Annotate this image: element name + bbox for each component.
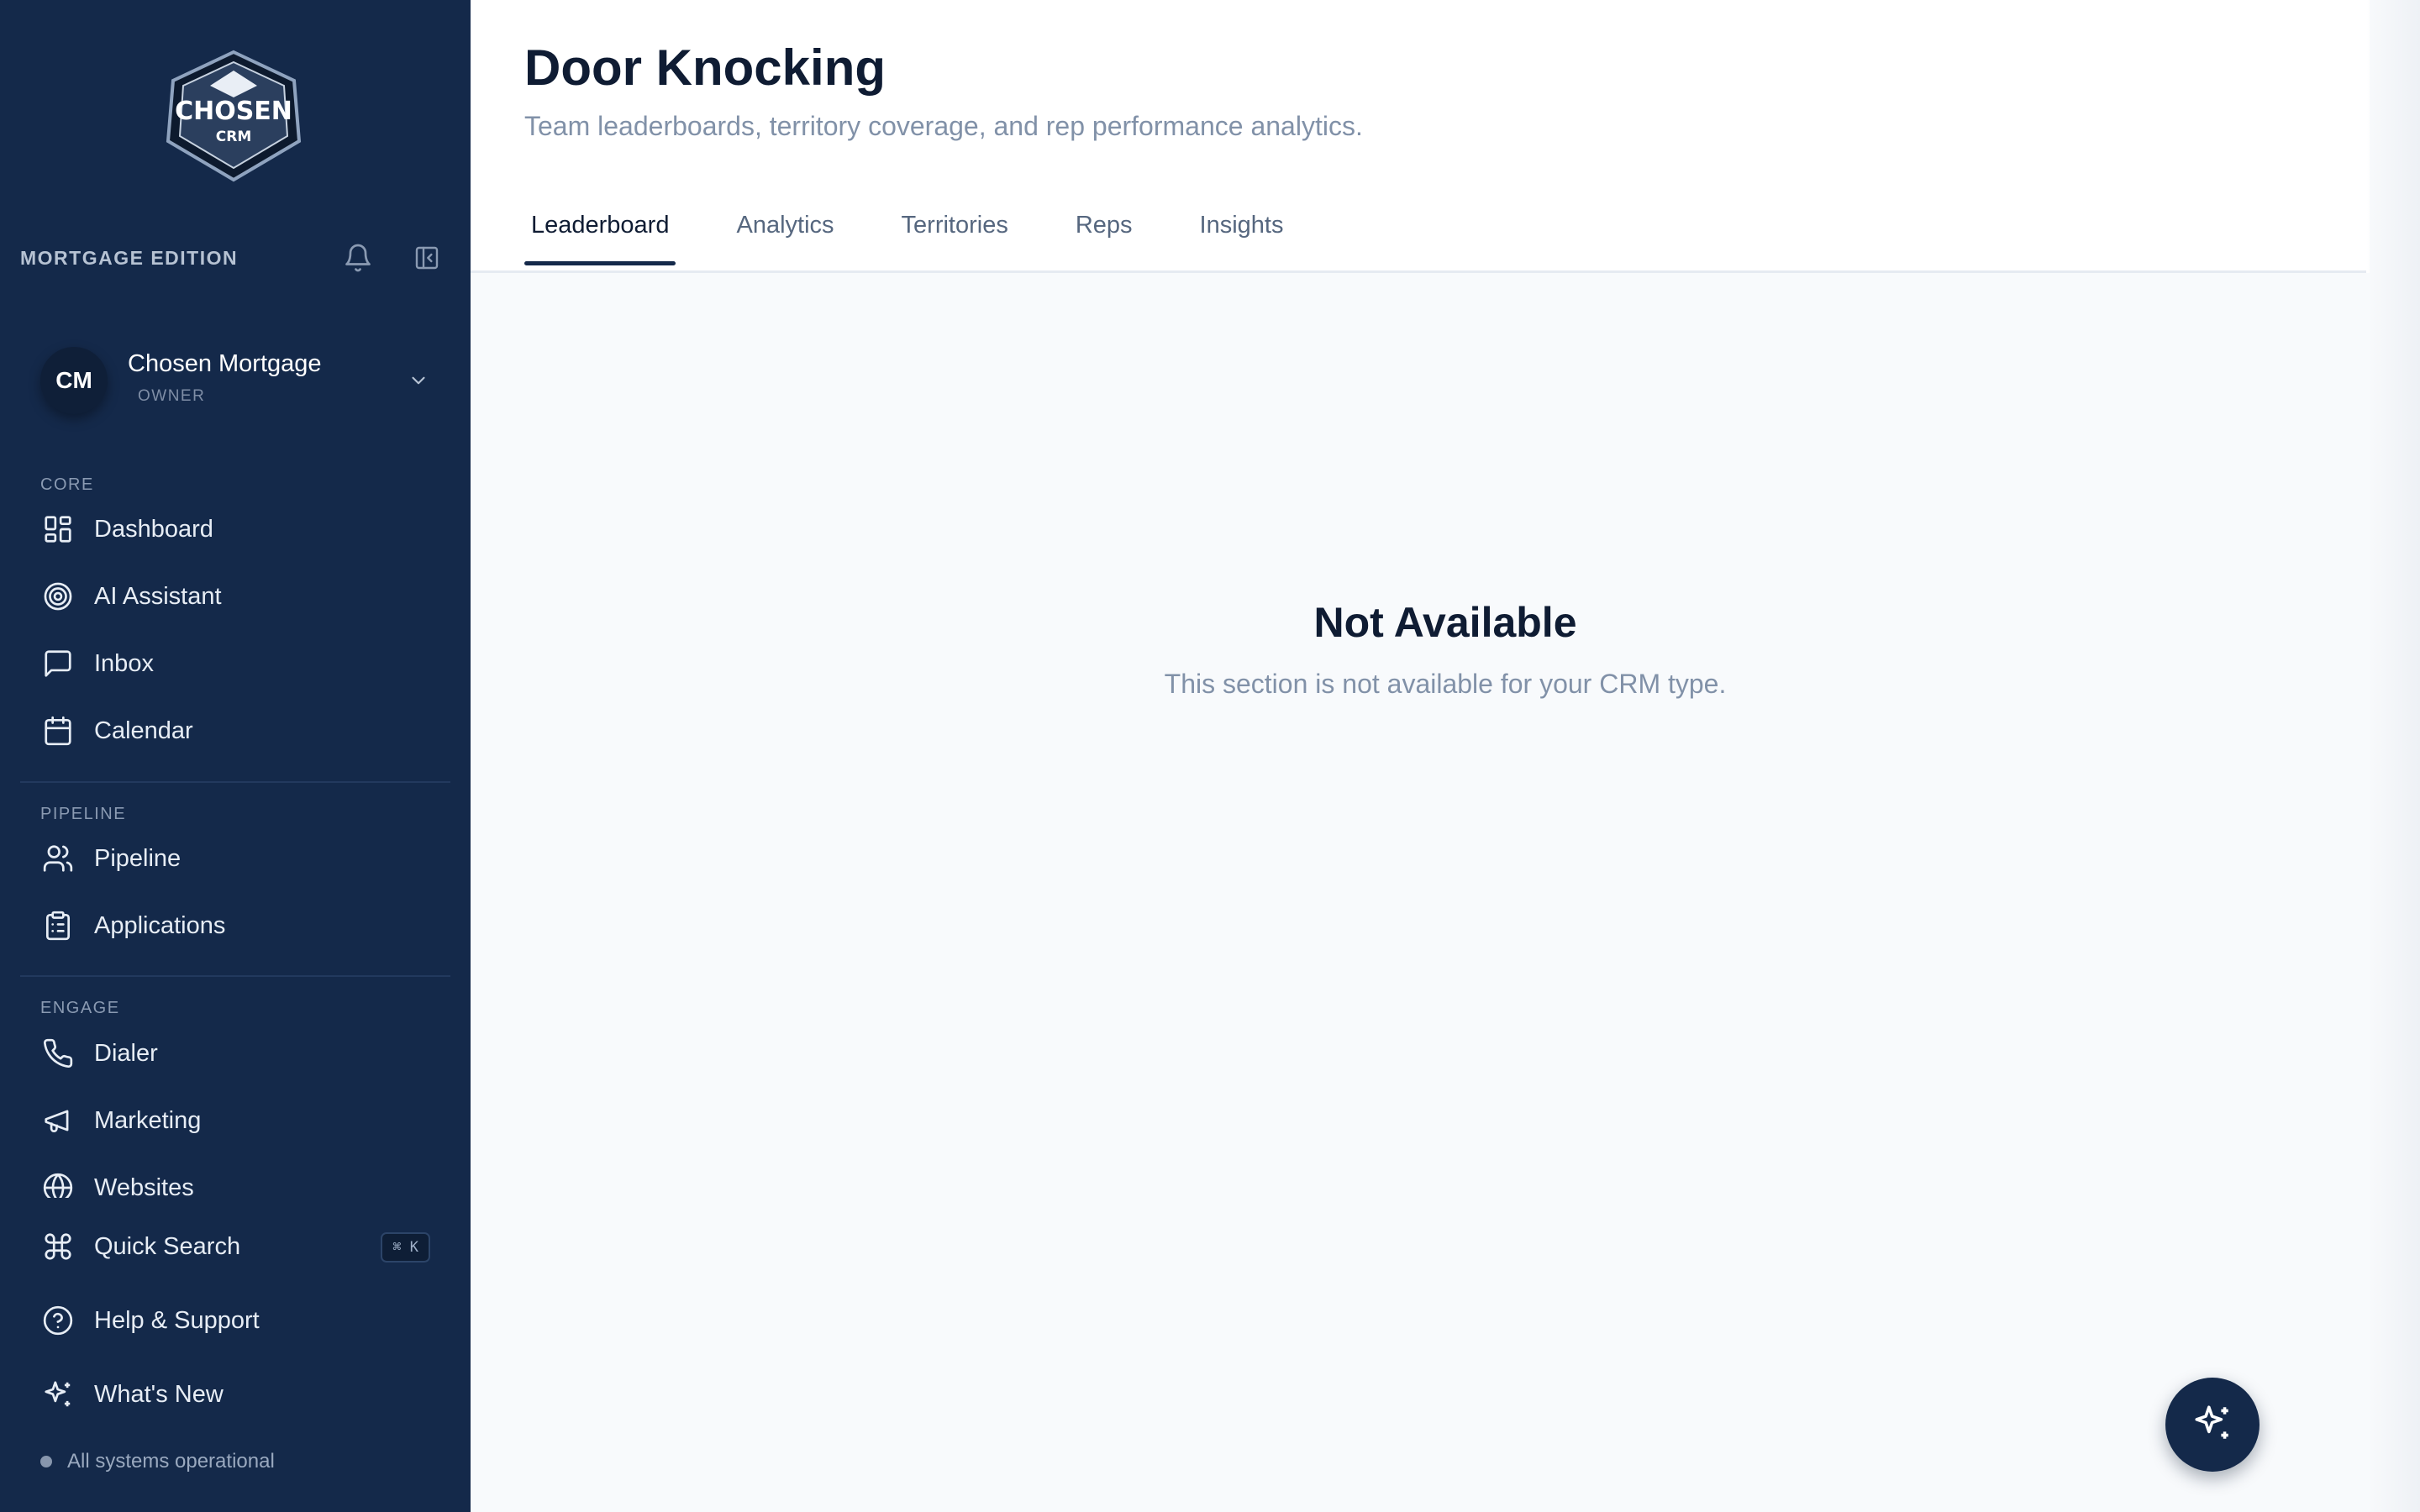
help-circle-icon bbox=[40, 1303, 76, 1338]
sidebar-item-label: Applications bbox=[94, 911, 226, 939]
tab-analytics[interactable]: Analytics bbox=[729, 202, 840, 265]
sidebar-collapse-icon[interactable] bbox=[408, 239, 445, 276]
edge-shadow bbox=[2366, 0, 2420, 1512]
sidebar-item-label: AI Assistant bbox=[94, 582, 222, 610]
chevron-down-icon bbox=[400, 362, 437, 399]
phone-icon bbox=[40, 1036, 76, 1071]
clipboard-list-icon bbox=[40, 908, 76, 943]
help-support-button[interactable]: Help & Support bbox=[20, 1294, 450, 1347]
header-divider bbox=[471, 270, 2366, 273]
sidebar-item-label: Calendar bbox=[94, 717, 193, 744]
sidebar-item-label: Websites bbox=[94, 1173, 194, 1199]
sparkles-icon bbox=[40, 1377, 76, 1412]
whats-new-button[interactable]: What's New bbox=[20, 1368, 450, 1421]
account-role: OWNER bbox=[138, 387, 206, 405]
sidebar-item-dashboard[interactable]: Dashboard bbox=[20, 502, 450, 556]
sidebar-item-websites[interactable]: Websites bbox=[20, 1161, 450, 1198]
dashboard-icon bbox=[40, 512, 76, 547]
account-switcher[interactable]: CM Chosen Mortgage OWNER bbox=[20, 332, 450, 433]
sidebar-item-label: Dashboard bbox=[94, 515, 213, 543]
page-title: Door Knocking bbox=[524, 39, 886, 96]
sidebar-item-applications[interactable]: Applications bbox=[20, 899, 450, 953]
section-label-pipeline: PIPELINE bbox=[40, 805, 127, 823]
sidebar-item-ai-assistant[interactable]: AI Assistant bbox=[20, 570, 450, 623]
tab-reps[interactable]: Reps bbox=[1069, 202, 1139, 265]
status-dot-icon bbox=[40, 1456, 52, 1467]
sidebar-item-calendar[interactable]: Calendar bbox=[20, 704, 450, 758]
svg-text:CHOSEN: CHOSEN bbox=[175, 97, 292, 126]
account-name: Chosen Mortgage bbox=[128, 350, 322, 377]
empty-state-title: Not Available bbox=[1313, 599, 1577, 646]
sidebar-item-marketing[interactable]: Marketing bbox=[20, 1094, 450, 1147]
status-text: All systems operational bbox=[67, 1450, 275, 1473]
sidebar-item-label: Marketing bbox=[94, 1106, 202, 1134]
command-icon bbox=[40, 1229, 76, 1264]
message-square-icon bbox=[40, 646, 76, 681]
sidebar-item-label: Pipeline bbox=[94, 844, 182, 872]
megaphone-icon bbox=[40, 1103, 76, 1138]
bell-icon[interactable] bbox=[339, 239, 376, 276]
section-label-core: CORE bbox=[40, 475, 94, 494]
sparkles-icon bbox=[2191, 1402, 2233, 1448]
help-support-label: Help & Support bbox=[94, 1306, 260, 1334]
empty-state-message: This section is not available for your C… bbox=[1164, 669, 1727, 699]
calendar-icon bbox=[40, 713, 76, 748]
sidebar-divider bbox=[20, 975, 450, 977]
tab-territories[interactable]: Territories bbox=[895, 202, 1015, 265]
sidebar-item-label: Inbox bbox=[94, 649, 154, 677]
sidebar-item-label: Dialer bbox=[94, 1039, 158, 1067]
target-icon bbox=[40, 579, 76, 614]
scroll-clip: Websites bbox=[20, 1159, 450, 1198]
page-header: Door Knocking Team leaderboards, territo… bbox=[471, 0, 2370, 273]
shortcut-badge: ⌘ K bbox=[381, 1232, 430, 1263]
quick-search-button[interactable]: Quick Search ⌘ K bbox=[20, 1220, 450, 1273]
system-status: All systems operational bbox=[40, 1450, 275, 1473]
users-icon bbox=[40, 841, 76, 876]
quick-search-label: Quick Search bbox=[94, 1232, 241, 1260]
svg-text:CRM: CRM bbox=[216, 129, 251, 145]
sidebar-item-inbox[interactable]: Inbox bbox=[20, 637, 450, 690]
ai-assistant-fab[interactable] bbox=[2165, 1378, 2260, 1472]
tab-bar: Leaderboard Analytics Territories Reps I… bbox=[524, 202, 1344, 265]
avatar: CM bbox=[40, 347, 108, 414]
sidebar-divider bbox=[20, 781, 450, 783]
edition-label: MORTGAGE EDITION bbox=[20, 246, 239, 269]
tab-insights[interactable]: Insights bbox=[1193, 202, 1291, 265]
sidebar: CHOSEN CRM MORTGAGE EDITION CM Chosen Mo… bbox=[0, 0, 471, 1512]
sidebar-item-dialer[interactable]: Dialer bbox=[20, 1026, 450, 1080]
main-content: Door Knocking Team leaderboards, territo… bbox=[471, 0, 2420, 1512]
globe-icon bbox=[40, 1170, 76, 1198]
whats-new-label: What's New bbox=[94, 1380, 224, 1408]
tab-leaderboard[interactable]: Leaderboard bbox=[524, 202, 676, 265]
section-label-engage: ENGAGE bbox=[40, 999, 120, 1017]
edition-row: MORTGAGE EDITION bbox=[20, 239, 450, 276]
page-subtitle: Team leaderboards, territory coverage, a… bbox=[524, 111, 1363, 141]
chosen-crm-logo[interactable]: CHOSEN CRM bbox=[160, 49, 308, 185]
sidebar-item-pipeline[interactable]: Pipeline bbox=[20, 832, 450, 885]
